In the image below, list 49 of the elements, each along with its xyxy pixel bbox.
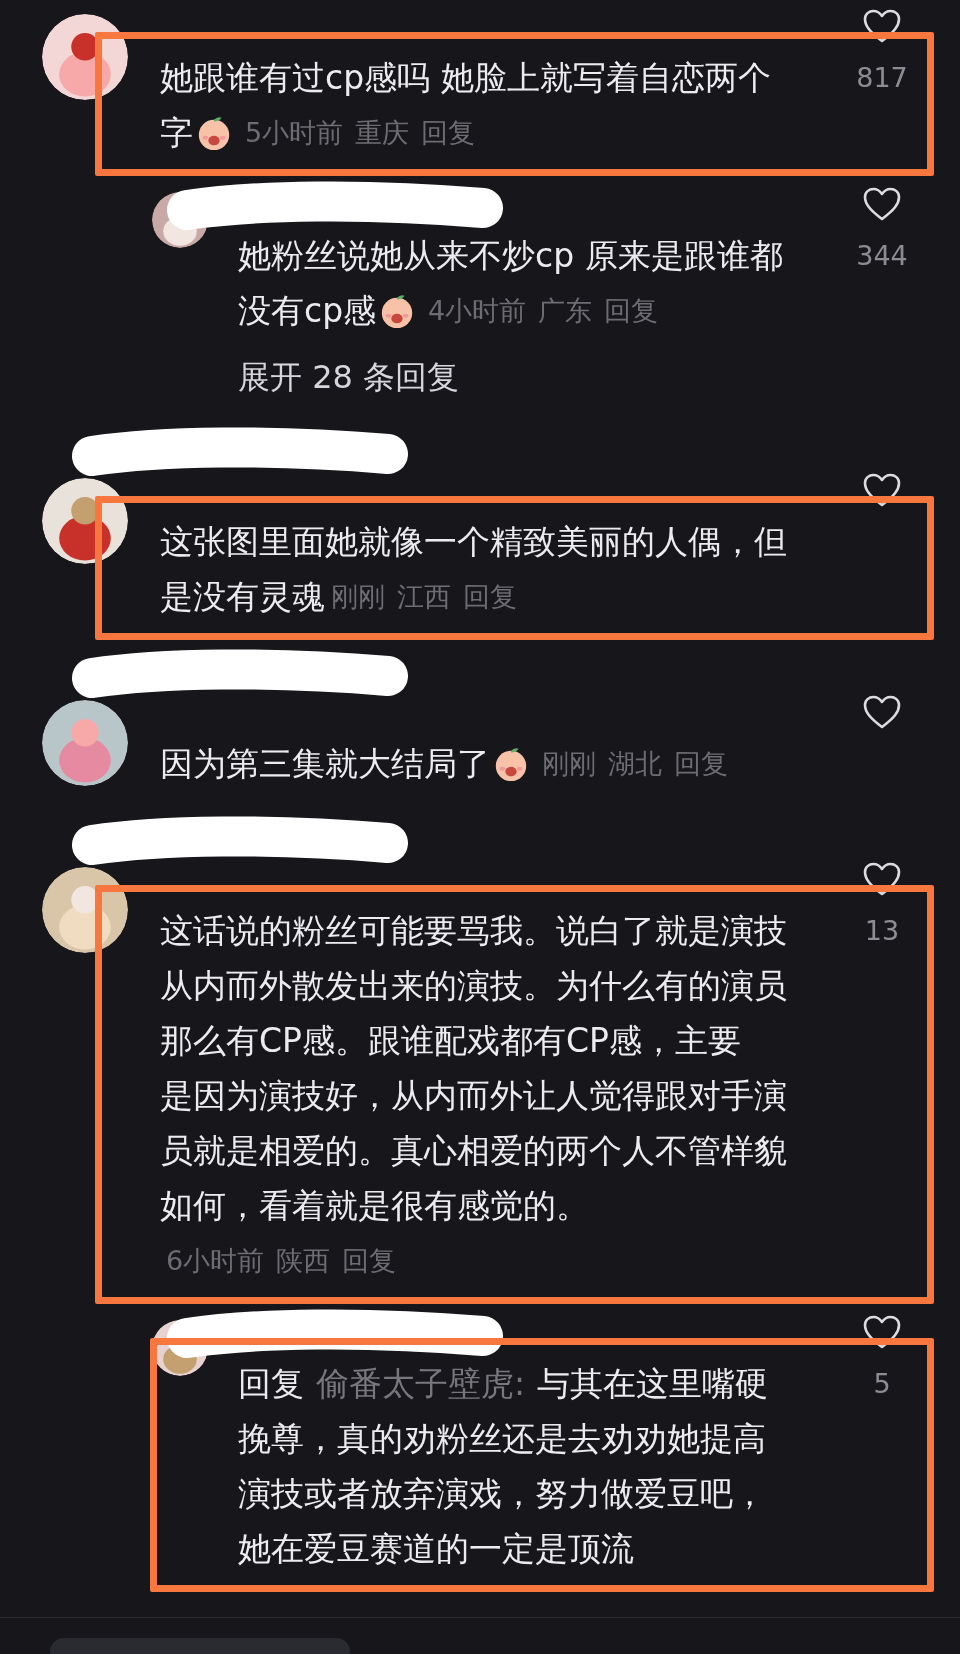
reply-link[interactable]: 回复 bbox=[463, 569, 517, 624]
comment-text: 因为第三集就大结局了 bbox=[160, 743, 490, 785]
comment-text: 员就是相爱的。真心相爱的两个人不管样貌 bbox=[160, 1130, 787, 1172]
reply-to-name[interactable]: 偷番太子壁虎: bbox=[316, 1356, 526, 1411]
comment-text: 是因为演技好，从内而外让人觉得跟对手演 bbox=[160, 1075, 787, 1117]
comment-text: 从内而外散发出来的演技。为什么有的演员 bbox=[160, 965, 787, 1007]
avatar[interactable] bbox=[42, 14, 128, 100]
heart-icon[interactable] bbox=[862, 8, 902, 44]
comment-text: 她跟谁有过cp感吗 她脸上就写着自恋两个 bbox=[160, 57, 771, 99]
comment-location: 湖北 bbox=[608, 747, 662, 781]
avatar[interactable] bbox=[42, 700, 128, 786]
reply-link[interactable]: 回复 bbox=[421, 105, 476, 160]
heart-icon[interactable] bbox=[862, 861, 902, 897]
comment-location: 广东 bbox=[538, 294, 593, 328]
comment-text: 字 bbox=[160, 112, 193, 154]
like-count: 13 bbox=[864, 914, 900, 948]
comment-time: 4小时前 bbox=[428, 294, 527, 328]
comment-text: 她在爱豆赛道的一定是顶流 bbox=[238, 1528, 634, 1570]
comment-location: 陕西 bbox=[276, 1244, 331, 1278]
like-count: 344 bbox=[856, 239, 908, 273]
comment-location: 江西 bbox=[397, 580, 451, 614]
reply-link[interactable]: 回复 bbox=[674, 736, 728, 791]
reply-link[interactable]: 回复 bbox=[342, 1233, 397, 1288]
comment-time: 6小时前 bbox=[166, 1244, 265, 1278]
comment-text: 她粉丝说她从来不炒cp 原来是跟谁都 bbox=[238, 235, 783, 277]
avatar[interactable] bbox=[42, 867, 128, 953]
expand-replies-link[interactable]: 展开 28 条回复 bbox=[238, 358, 460, 396]
like-count: 817 bbox=[856, 61, 908, 95]
comment-location: 重庆 bbox=[355, 116, 410, 150]
comment-time: 5小时前 bbox=[245, 116, 344, 150]
comment-text: 这张图里面她就像一个精致美丽的人偶，但 bbox=[160, 521, 787, 563]
comment-text: 没有cp感 bbox=[238, 290, 377, 332]
like-count: 5 bbox=[873, 1367, 891, 1401]
comment-text: 演技或者放弃演戏，努力做爱豆吧， bbox=[238, 1473, 766, 1515]
avatar[interactable] bbox=[42, 478, 128, 564]
comment-text: 挽尊，真的劝粉丝还是去劝劝她提高 bbox=[238, 1418, 766, 1460]
comment-time: 刚刚 bbox=[542, 747, 596, 781]
reply-link[interactable]: 回复 bbox=[604, 283, 659, 338]
heart-icon[interactable] bbox=[862, 694, 902, 730]
comment-text: 那么有CP感。跟谁配戏都有CP感，主要 bbox=[160, 1020, 741, 1062]
comment-text: 是没有灵魂 bbox=[160, 576, 325, 618]
heart-icon[interactable] bbox=[862, 186, 902, 222]
comment-text: 如何，看着就是很有感觉的。 bbox=[160, 1185, 589, 1227]
heart-icon[interactable] bbox=[862, 1314, 902, 1350]
comment-text: 这话说的粉丝可能要骂我。说白了就是演技 bbox=[160, 910, 787, 952]
heart-icon[interactable] bbox=[862, 472, 902, 508]
reply-label: 回复 bbox=[238, 1363, 304, 1405]
comment-time: 刚刚 bbox=[331, 580, 385, 614]
comment-text: 与其在这里嘴硬 bbox=[537, 1363, 769, 1405]
